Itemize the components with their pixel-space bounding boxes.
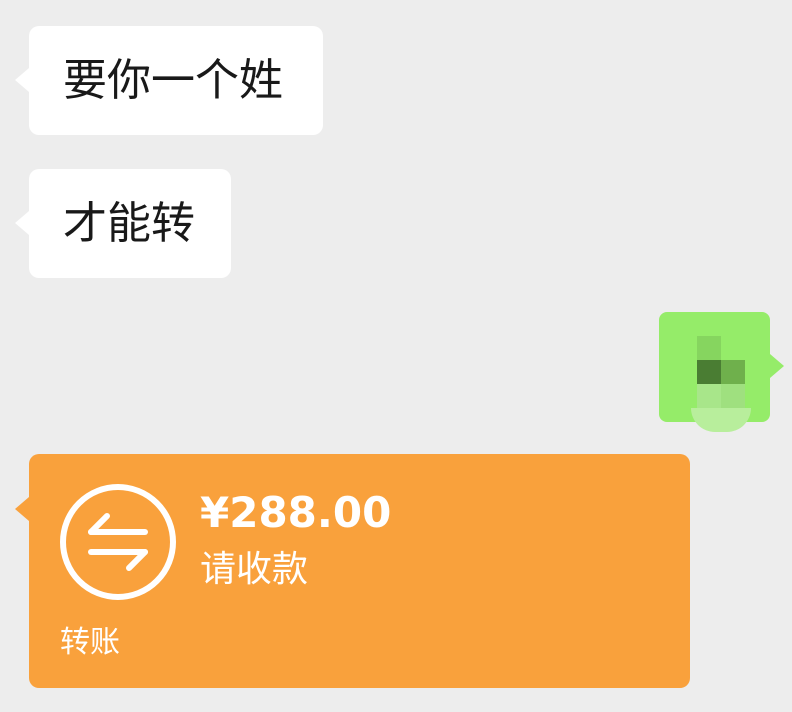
transfer-card[interactable]: ¥288.00 请收款 转账 xyxy=(15,454,690,688)
sticker-pixel xyxy=(697,384,721,408)
sticker-pixel xyxy=(691,408,751,432)
message-text: 要你一个姓 xyxy=(63,54,283,106)
message-text: 才能转 xyxy=(63,197,195,249)
sticker-pixel xyxy=(697,360,721,384)
sticker-pixel xyxy=(721,384,745,408)
sticker-pixel xyxy=(697,336,721,360)
incoming-message-bubble[interactable]: 要你一个姓 xyxy=(15,26,323,135)
transfer-arrows-icon xyxy=(60,484,176,600)
incoming-message-bubble[interactable]: 才能转 xyxy=(15,169,231,278)
transfer-label: 转账 xyxy=(60,625,120,660)
transfer-amount: ¥288.00 xyxy=(200,488,392,537)
sticker-pixel xyxy=(721,360,745,384)
outgoing-sticker-bubble[interactable] xyxy=(659,312,784,432)
transfer-status: 请收款 xyxy=(200,549,309,590)
